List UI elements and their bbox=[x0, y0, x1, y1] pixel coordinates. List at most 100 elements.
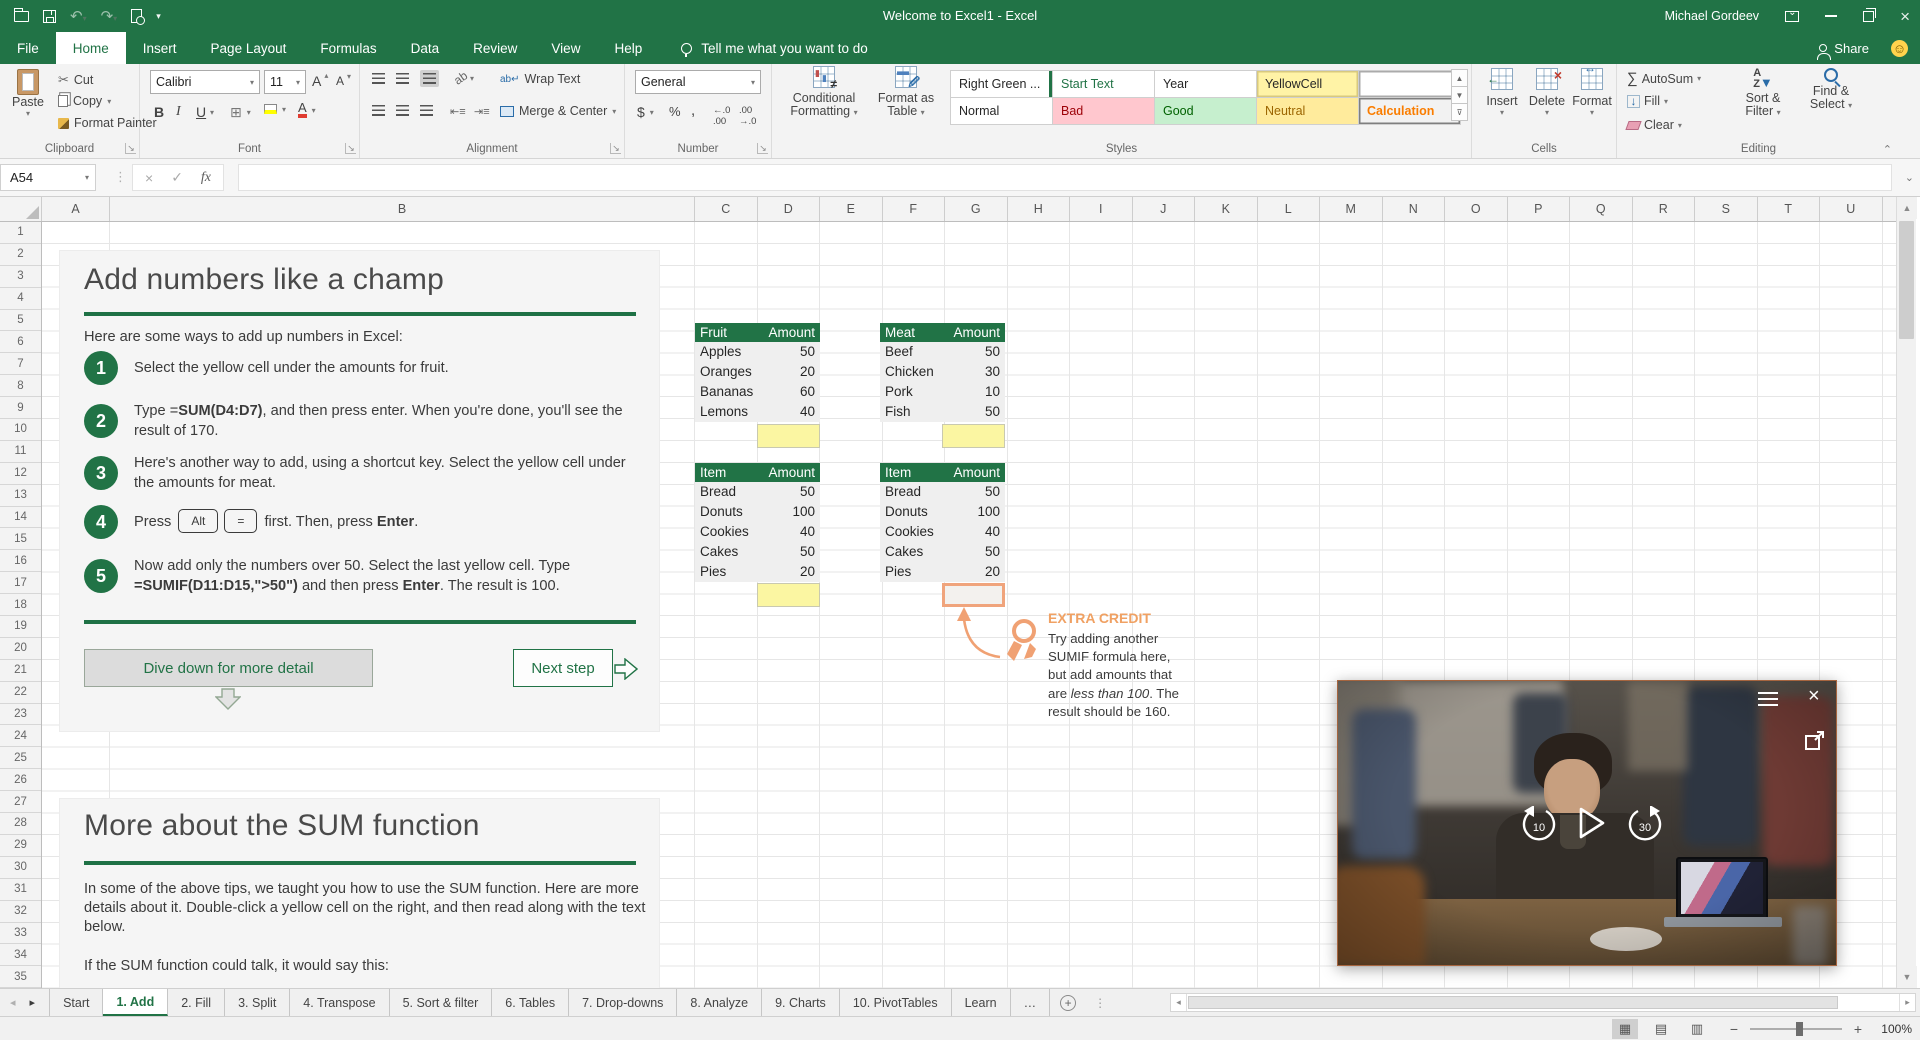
row-header-9[interactable]: 9 bbox=[0, 397, 41, 420]
align-top-button[interactable] bbox=[372, 73, 385, 84]
column-header-J[interactable]: J bbox=[1133, 197, 1195, 221]
cell-style-right-green-[interactable]: Right Green ... bbox=[951, 71, 1053, 98]
column-header-K[interactable]: K bbox=[1195, 197, 1258, 221]
align-left-button[interactable] bbox=[372, 105, 385, 116]
find-select-button[interactable]: Find & Select ▾ bbox=[1803, 68, 1859, 112]
row-header-25[interactable]: 25 bbox=[0, 747, 41, 770]
column-header-G[interactable]: G bbox=[945, 197, 1008, 221]
alignment-dialog-launcher[interactable]: ↘ bbox=[610, 143, 621, 154]
answer-cell-yellow-items-left[interactable] bbox=[757, 583, 820, 607]
dive-down-button[interactable]: Dive down for more detail bbox=[84, 649, 373, 687]
row-header-3[interactable]: 3 bbox=[0, 266, 41, 288]
ribbon-tab-review[interactable]: Review bbox=[456, 32, 534, 64]
ribbon-tab-formulas[interactable]: Formulas bbox=[303, 32, 393, 64]
underline-button[interactable]: U bbox=[196, 104, 206, 120]
cancel-formula-icon[interactable]: × bbox=[145, 170, 153, 186]
zoom-slider[interactable] bbox=[1750, 1022, 1842, 1036]
cut-button[interactable]: ✂ Cut bbox=[58, 72, 93, 88]
video-rewind-10-icon[interactable]: 10 bbox=[1520, 806, 1558, 844]
sheet-canvas[interactable]: 1 2 3 4 5 6 7 8 9 10 11 12 13 14 15 16 17 18 19 20 21 22 23 24 2… bbox=[0, 222, 1896, 988]
vertical-scroll-thumb[interactable] bbox=[1899, 221, 1914, 339]
video-menu-icon[interactable] bbox=[1758, 692, 1778, 710]
row-header-22[interactable]: 22 bbox=[0, 682, 41, 704]
page-break-view-icon[interactable]: ▥ bbox=[1684, 1019, 1710, 1039]
name-box[interactable]: A54 ▾ bbox=[0, 164, 96, 191]
column-header-T[interactable]: T bbox=[1758, 197, 1820, 221]
row-header-14[interactable]: 14 bbox=[0, 507, 41, 529]
ribbon-tab-page-layout[interactable]: Page Layout bbox=[194, 32, 304, 64]
sheet-tab-1-add[interactable]: 1. Add bbox=[103, 989, 169, 1016]
row-header-34[interactable]: 34 bbox=[0, 944, 41, 967]
clear-button[interactable]: Clear ▾ bbox=[1625, 118, 1682, 132]
zoom-out-icon[interactable]: − bbox=[1728, 1021, 1740, 1037]
user-name[interactable]: Michael Gordeev bbox=[1665, 9, 1760, 23]
row-header-1[interactable]: 1 bbox=[0, 222, 41, 244]
video-forward-30-icon[interactable]: 30 bbox=[1626, 806, 1664, 844]
scroll-right-icon[interactable]: ▸ bbox=[1899, 994, 1915, 1011]
sheet-tab-start[interactable]: Start bbox=[49, 989, 104, 1016]
horizontal-scroll-thumb[interactable] bbox=[1188, 996, 1838, 1009]
ribbon-tab-insert[interactable]: Insert bbox=[126, 32, 194, 64]
accounting-format-button[interactable]: $ ▾ bbox=[637, 104, 654, 120]
comma-style-button[interactable]: , bbox=[691, 102, 695, 119]
collapse-ribbon-icon[interactable]: ⌃ bbox=[1883, 143, 1892, 156]
ribbon-display-options-icon[interactable] bbox=[1785, 7, 1800, 22]
zoom-slider-thumb[interactable] bbox=[1796, 1022, 1803, 1036]
cell-style-blank[interactable] bbox=[1359, 71, 1461, 98]
number-dialog-launcher[interactable]: ↘ bbox=[757, 143, 768, 154]
font-color-button[interactable]: A ▾ bbox=[298, 101, 316, 118]
fill-button[interactable]: ↓ Fill ▾ bbox=[1627, 94, 1668, 108]
row-header-32[interactable]: 32 bbox=[0, 901, 41, 923]
zoom-level[interactable]: 100% bbox=[1874, 1022, 1912, 1036]
sheet-tab-3-split[interactable]: 3. Split bbox=[225, 989, 291, 1016]
column-header-P[interactable]: P bbox=[1508, 197, 1570, 221]
shrink-font-button[interactable]: A ▾ bbox=[336, 72, 353, 89]
copy-button[interactable]: Copy ▾ bbox=[58, 94, 111, 108]
page-layout-view-icon[interactable]: ▤ bbox=[1648, 1019, 1674, 1039]
column-header-R[interactable]: R bbox=[1633, 197, 1695, 221]
row-header-8[interactable]: 8 bbox=[0, 375, 41, 398]
ribbon-tab-help[interactable]: Help bbox=[597, 32, 659, 64]
row-header-24[interactable]: 24 bbox=[0, 725, 41, 748]
ribbon-tab-view[interactable]: View bbox=[534, 32, 597, 64]
align-bottom-button[interactable] bbox=[420, 70, 439, 87]
styles-gallery-down-icon[interactable]: ▼ bbox=[1451, 86, 1468, 104]
row-header-5[interactable]: 5 bbox=[0, 310, 41, 332]
orientation-arrow[interactable]: ▾ bbox=[470, 74, 474, 83]
ribbon-tab-file[interactable]: File bbox=[0, 32, 56, 64]
cell-style-bad[interactable]: Bad bbox=[1053, 98, 1155, 125]
row-header-20[interactable]: 20 bbox=[0, 638, 41, 660]
sheet-tab-6-tables[interactable]: 6. Tables bbox=[492, 989, 570, 1016]
answer-cell-orange-items-right[interactable] bbox=[942, 583, 1005, 607]
increase-indent-button[interactable]: ⇥≡ bbox=[474, 105, 490, 118]
answer-cell-yellow-meat[interactable] bbox=[942, 424, 1005, 448]
sheet-tab--[interactable]: … bbox=[1011, 989, 1051, 1016]
number-format-select[interactable]: General ▾ bbox=[635, 70, 761, 94]
column-header-M[interactable]: M bbox=[1320, 197, 1383, 221]
font-family-select[interactable]: Calibri ▾ bbox=[150, 70, 260, 94]
cell-style-neutral[interactable]: Neutral bbox=[1257, 98, 1359, 125]
row-header-35[interactable]: 35 bbox=[0, 966, 41, 988]
row-header-4[interactable]: 4 bbox=[0, 288, 41, 310]
row-header-28[interactable]: 28 bbox=[0, 813, 41, 835]
paste-button[interactable]: Paste ▾ bbox=[8, 69, 48, 118]
share-button[interactable]: Share bbox=[1817, 41, 1869, 60]
column-header-O[interactable]: O bbox=[1445, 197, 1508, 221]
row-header-19[interactable]: 19 bbox=[0, 616, 41, 638]
cell-style-calculation[interactable]: Calculation bbox=[1359, 98, 1461, 125]
horizontal-scrollbar[interactable]: ◂ ▸ bbox=[1170, 993, 1916, 1012]
align-middle-button[interactable] bbox=[396, 73, 409, 84]
row-header-15[interactable]: 15 bbox=[0, 528, 41, 551]
next-step-button[interactable]: Next step bbox=[513, 649, 613, 687]
underline-arrow[interactable]: ▾ bbox=[210, 108, 214, 117]
column-header-L[interactable]: L bbox=[1258, 197, 1320, 221]
tab-splitter-handle[interactable]: ⋮ bbox=[1094, 996, 1106, 1010]
video-close-icon[interactable]: × bbox=[1808, 685, 1820, 708]
row-header-31[interactable]: 31 bbox=[0, 879, 41, 901]
clipboard-dialog-launcher[interactable]: ↘ bbox=[125, 143, 136, 154]
new-sheet-icon[interactable]: + bbox=[1060, 994, 1077, 1011]
percent-style-button[interactable]: % bbox=[669, 104, 681, 119]
cell-style-year[interactable]: Year bbox=[1155, 71, 1257, 98]
sheet-scroll-right-icon[interactable]: ▸ bbox=[30, 996, 36, 1009]
format-as-table-button[interactable]: ▬ 🖉 Format as Table ▾ bbox=[872, 64, 940, 119]
